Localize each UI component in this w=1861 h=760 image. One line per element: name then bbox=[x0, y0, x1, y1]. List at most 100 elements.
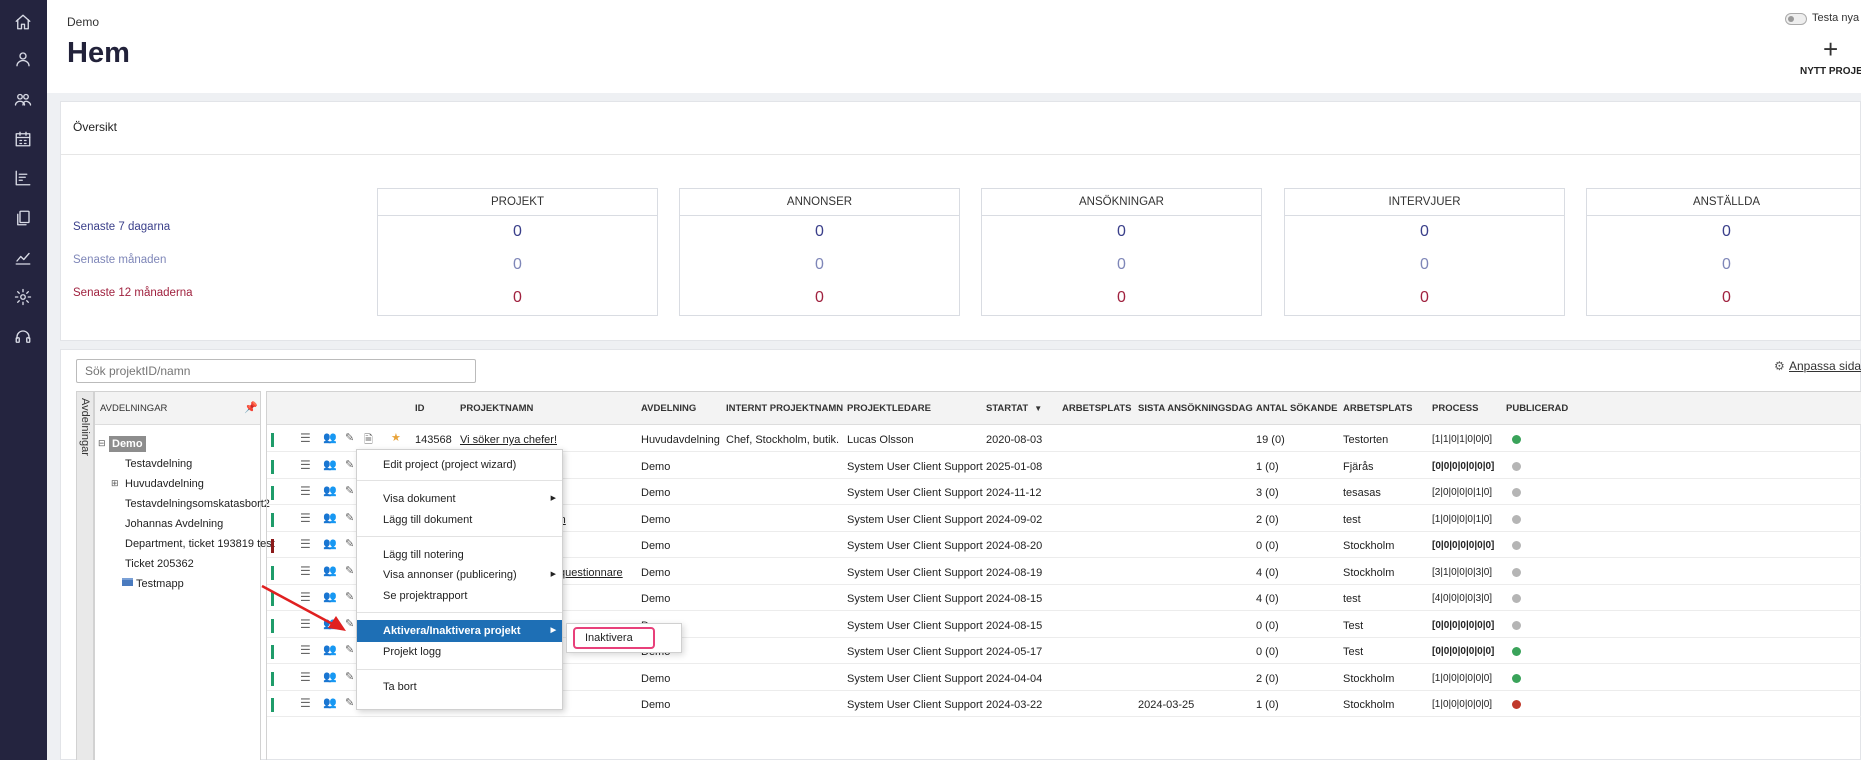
calendar-icon[interactable] bbox=[12, 128, 34, 150]
column-header-started[interactable]: STARTAT ▼ bbox=[986, 403, 1042, 414]
customize-page-link[interactable]: Anpassa sida bbox=[1789, 359, 1861, 373]
tree-item[interactable]: Testmapp bbox=[136, 578, 184, 590]
row-menu-icon[interactable]: ☰ bbox=[300, 537, 311, 551]
new-project-button[interactable]: NYTT PROJEKT bbox=[1800, 66, 1861, 77]
menu-item-deactivate[interactable]: Inaktivera bbox=[573, 627, 655, 649]
edit-icon[interactable]: ✎ bbox=[345, 431, 354, 444]
menu-item-delete[interactable]: Ta bort bbox=[357, 676, 562, 698]
cell-workplace-2: test bbox=[1343, 513, 1361, 526]
row-menu-icon[interactable]: ☰ bbox=[300, 484, 311, 498]
edit-icon[interactable]: ✎ bbox=[345, 643, 354, 656]
candidates-icon[interactable]: 👥 bbox=[323, 670, 337, 683]
tree-item[interactable]: Testavdelningsomskatasbort2 bbox=[125, 498, 270, 510]
column-header-applicants[interactable]: ANTAL SÖKANDE bbox=[1256, 403, 1337, 414]
candidates-icon[interactable]: 👥 bbox=[323, 484, 337, 497]
column-header-last-application-day[interactable]: SISTA ANSÖKNINGSDAG bbox=[1138, 403, 1253, 414]
cell-process[interactable]: [1|0|0|0|0|1|0] bbox=[1432, 514, 1492, 525]
chart-icon[interactable] bbox=[12, 167, 34, 189]
stat-box-interviews: INTERVJUER 0 0 0 bbox=[1284, 188, 1565, 316]
cell-department: Demo bbox=[641, 513, 671, 526]
tree-item[interactable]: Testavdelning bbox=[125, 458, 192, 470]
edit-icon[interactable]: ✎ bbox=[345, 458, 354, 471]
gear-icon[interactable]: ⚙ bbox=[1774, 359, 1785, 373]
menu-item-show-ads[interactable]: Visa annonser (publicering) ▶ bbox=[357, 564, 562, 586]
document-icon[interactable]: 🗎 bbox=[364, 431, 373, 450]
pin-icon[interactable]: 📌 bbox=[244, 401, 258, 414]
cell-process[interactable]: [3|1|0|0|0|3|0] bbox=[1432, 567, 1492, 578]
settings-icon[interactable] bbox=[12, 286, 34, 308]
candidates-icon[interactable]: 👥 bbox=[323, 458, 337, 471]
candidates-icon[interactable]: 👥 bbox=[323, 511, 337, 524]
column-header-process[interactable]: PROCESS bbox=[1432, 403, 1478, 414]
menu-item-show-documents[interactable]: Visa dokument ▶ bbox=[357, 488, 562, 510]
column-header-project-name[interactable]: PROJEKTNAMN bbox=[460, 403, 533, 414]
edit-icon[interactable]: ✎ bbox=[345, 511, 354, 524]
menu-item-add-note[interactable]: Lägg till notering bbox=[357, 544, 562, 566]
column-header-project-leader[interactable]: PROJEKTLEDARE bbox=[847, 403, 931, 414]
documents-icon[interactable] bbox=[12, 207, 34, 229]
candidates-icon[interactable]: 👥 bbox=[323, 564, 337, 577]
cell-process[interactable]: [0|0|0|0|0|0|0] bbox=[1432, 646, 1494, 657]
row-menu-icon[interactable]: ☰ bbox=[300, 643, 311, 657]
tree-item[interactable]: Ticket 205362 bbox=[125, 558, 194, 570]
cell-process[interactable]: [0|0|0|0|0|0|0] bbox=[1432, 461, 1494, 472]
tree-item[interactable]: Department, ticket 193819 test bbox=[125, 538, 275, 550]
plus-icon[interactable]: + bbox=[1823, 36, 1838, 62]
edit-icon[interactable]: ✎ bbox=[345, 484, 354, 497]
cell-started: 2024-03-22 bbox=[986, 699, 1043, 711]
column-header-workplace-2[interactable]: ARBETSPLATS bbox=[1343, 403, 1413, 414]
menu-item-activate-deactivate[interactable]: Aktivera/Inaktivera projekt ▶ bbox=[357, 620, 562, 642]
column-header-published[interactable]: PUBLICERAD bbox=[1506, 403, 1568, 414]
candidates-icon[interactable]: 👥 bbox=[323, 537, 337, 550]
menu-item-project-log[interactable]: Projekt logg bbox=[357, 641, 562, 663]
stat-box-title: INTERVJUER bbox=[1285, 189, 1564, 216]
departments-collapse-tab[interactable]: Avdelningar bbox=[76, 391, 94, 760]
candidates-icon[interactable]: 👥 bbox=[323, 696, 337, 709]
column-header-workplace[interactable]: ARBETSPLATS bbox=[1062, 403, 1132, 414]
row-menu-icon[interactable]: ☰ bbox=[300, 431, 311, 445]
users-icon[interactable] bbox=[12, 88, 34, 110]
menu-item-project-report[interactable]: Se projektrapport bbox=[357, 585, 562, 607]
cell-project-name[interactable]: Vi söker nya chefer! bbox=[460, 434, 557, 446]
row-menu-icon[interactable]: ☰ bbox=[300, 458, 311, 472]
column-header-id[interactable]: ID bbox=[415, 403, 425, 414]
project-search-input[interactable] bbox=[76, 359, 476, 383]
column-header-internal-name[interactable]: INTERNT PROJEKTNAMN bbox=[726, 403, 843, 414]
tree-root-demo[interactable]: Demo bbox=[109, 436, 146, 452]
cell-started: 2024-08-20 bbox=[986, 540, 1043, 552]
candidates-icon[interactable]: 👥 bbox=[323, 643, 337, 656]
try-new-toggle[interactable] bbox=[1785, 13, 1807, 25]
menu-item-edit-project[interactable]: Edit project (project wizard) bbox=[357, 454, 562, 476]
cell-process[interactable]: [1|0|0|0|0|0|0] bbox=[1432, 673, 1492, 684]
edit-icon[interactable]: ✎ bbox=[345, 696, 354, 709]
edit-icon[interactable]: ✎ bbox=[345, 537, 354, 550]
collapse-icon[interactable]: ⊟ bbox=[98, 438, 106, 449]
row-menu-icon[interactable]: ☰ bbox=[300, 564, 311, 578]
home-icon[interactable] bbox=[12, 11, 34, 33]
menu-item-label: Projekt logg bbox=[383, 646, 442, 658]
favorite-star-icon[interactable]: ★ bbox=[391, 431, 401, 444]
tree-item[interactable]: Huvudavdelning bbox=[125, 478, 204, 490]
edit-icon[interactable]: ✎ bbox=[345, 670, 354, 683]
breadcrumb[interactable]: Demo bbox=[67, 15, 99, 29]
cell-process[interactable]: [4|0|0|0|0|3|0] bbox=[1432, 593, 1492, 604]
row-menu-icon[interactable]: ☰ bbox=[300, 670, 311, 684]
expand-icon[interactable]: ⊞ bbox=[111, 478, 119, 489]
menu-item-add-document[interactable]: Lägg till dokument bbox=[357, 509, 562, 531]
edit-icon[interactable]: ✎ bbox=[345, 564, 354, 577]
cell-process[interactable]: [0|0|0|0|0|0|0] bbox=[1432, 540, 1494, 551]
cell-applicants: 2 (0) bbox=[1256, 513, 1279, 526]
user-icon[interactable] bbox=[12, 48, 34, 70]
row-menu-icon[interactable]: ☰ bbox=[300, 511, 311, 525]
column-header-department[interactable]: AVDELNING bbox=[641, 403, 696, 414]
support-icon[interactable] bbox=[12, 326, 34, 348]
row-menu-icon[interactable]: ☰ bbox=[300, 696, 311, 710]
candidates-icon[interactable]: 👥 bbox=[323, 431, 337, 444]
cell-process[interactable]: [1|0|0|0|0|0|0] bbox=[1432, 699, 1492, 710]
tree-item[interactable]: Johannas Avdelning bbox=[125, 518, 223, 530]
cell-process[interactable]: [1|1|0|1|0|0|0] bbox=[1432, 434, 1492, 445]
cell-process[interactable]: [0|0|0|0|0|0|0] bbox=[1432, 620, 1494, 631]
analytics-icon[interactable] bbox=[12, 247, 34, 269]
overview-panel: Översikt Senaste 7 dagarna Senaste månad… bbox=[60, 101, 1861, 341]
cell-process[interactable]: [2|0|0|0|0|1|0] bbox=[1432, 487, 1492, 498]
